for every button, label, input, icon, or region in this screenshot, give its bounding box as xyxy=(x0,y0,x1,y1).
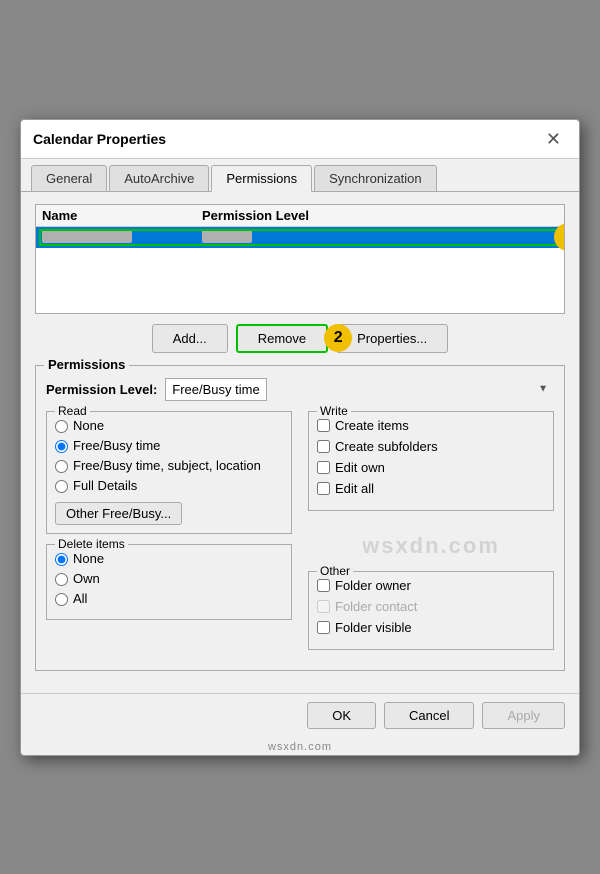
left-column: Read None Free/Busy time Free/Busy time,… xyxy=(46,411,292,660)
read-freebusy-radio[interactable] xyxy=(55,440,68,453)
apply-button[interactable]: Apply xyxy=(482,702,565,729)
tab-bar: General AutoArchive Permissions Synchron… xyxy=(21,159,579,192)
ok-button[interactable]: OK xyxy=(307,702,376,729)
write-group: Write Create items Create subfolders Edi… xyxy=(308,411,554,511)
read-freebusy-subject-radio[interactable] xyxy=(55,460,68,473)
dialog-title: Calendar Properties xyxy=(33,131,166,147)
other-foldercontact-label: Folder contact xyxy=(335,599,417,614)
add-button[interactable]: Add... xyxy=(152,324,228,353)
other-foldervisible-checkbox[interactable] xyxy=(317,621,330,634)
other-foldervisible-item: Folder visible xyxy=(317,620,545,635)
col-header-level: Permission Level xyxy=(202,208,558,223)
tab-permissions[interactable]: Permissions xyxy=(211,165,312,192)
write-group-label: Write xyxy=(317,404,351,418)
read-fulldetails-item: Full Details xyxy=(55,478,283,493)
title-bar: Calendar Properties ✕ xyxy=(21,120,579,159)
user-list[interactable]: Name Permission Level 1 xyxy=(35,204,565,314)
main-content: Name Permission Level 1 Add... xyxy=(21,192,579,693)
other-group: Other Folder owner Folder contact Folder… xyxy=(308,571,554,650)
delete-all-radio[interactable] xyxy=(55,593,68,606)
wsxdn-label: wsxdn.com xyxy=(21,737,579,755)
other-folderowner-label: Folder owner xyxy=(335,578,411,593)
delete-all-item: All xyxy=(55,591,283,606)
write-editown-item: Edit own xyxy=(317,460,545,475)
permission-level-row: Permission Level: Free/Busy time None Re… xyxy=(46,378,554,401)
read-group: Read None Free/Busy time Free/Busy time,… xyxy=(46,411,292,534)
delete-all-label: All xyxy=(73,591,87,606)
delete-none-item: None xyxy=(55,551,283,566)
delete-own-radio[interactable] xyxy=(55,573,68,586)
read-freebusy-label: Free/Busy time xyxy=(73,438,160,453)
other-group-label: Other xyxy=(317,564,353,578)
tab-general[interactable]: General xyxy=(31,165,107,191)
write-editall-item: Edit all xyxy=(317,481,545,496)
dialog-footer: OK Cancel Apply xyxy=(21,693,579,737)
write-createsubfolders-label: Create subfolders xyxy=(335,439,438,454)
permissions-group-label: Permissions xyxy=(44,357,129,372)
watermark-text: wsxdn.com xyxy=(362,533,500,559)
write-editall-checkbox[interactable] xyxy=(317,482,330,495)
write-editown-label: Edit own xyxy=(335,460,385,475)
delete-none-label: None xyxy=(73,551,104,566)
read-none-item: None xyxy=(55,418,283,433)
row-name xyxy=(42,230,202,245)
tab-synchronization[interactable]: Synchronization xyxy=(314,165,437,191)
other-folderowner-checkbox[interactable] xyxy=(317,579,330,592)
delete-own-item: Own xyxy=(55,571,283,586)
write-editown-checkbox[interactable] xyxy=(317,461,330,474)
right-column: Write Create items Create subfolders Edi… xyxy=(308,411,554,660)
table-row[interactable]: 1 xyxy=(36,227,564,248)
action-buttons: Add... Remove 2 Properties... xyxy=(35,324,565,353)
delete-none-radio[interactable] xyxy=(55,553,68,566)
tab-autoarchive[interactable]: AutoArchive xyxy=(109,165,209,191)
other-freebusy-button[interactable]: Other Free/Busy... xyxy=(55,502,182,525)
write-createitems-checkbox[interactable] xyxy=(317,419,330,432)
delete-group-label: Delete items xyxy=(55,537,128,551)
properties-button[interactable]: Properties... xyxy=(336,324,448,353)
write-createitems-item: Create items xyxy=(317,418,545,433)
cancel-button[interactable]: Cancel xyxy=(384,702,474,729)
permissions-group: Permissions Permission Level: Free/Busy … xyxy=(35,365,565,671)
read-group-label: Read xyxy=(55,404,90,418)
list-header: Name Permission Level xyxy=(36,205,564,227)
other-foldercontact-checkbox xyxy=(317,600,330,613)
read-none-radio[interactable] xyxy=(55,420,68,433)
permissions-columns: Read None Free/Busy time Free/Busy time,… xyxy=(46,411,554,660)
write-createsubfolders-item: Create subfolders xyxy=(317,439,545,454)
calendar-properties-dialog: Calendar Properties ✕ General AutoArchiv… xyxy=(20,119,580,756)
badge-2: 2 xyxy=(324,324,352,352)
remove-button[interactable]: Remove xyxy=(236,324,328,353)
delete-own-label: Own xyxy=(73,571,100,586)
col-header-name: Name xyxy=(42,208,202,223)
remove-wrapper: Remove 2 xyxy=(236,324,328,353)
delete-group: Delete items None Own All xyxy=(46,544,292,620)
badge-1: 1 xyxy=(554,223,565,251)
read-none-label: None xyxy=(73,418,104,433)
permission-level-select-wrapper: Free/Busy time None Reviewer Author Edit… xyxy=(165,378,554,401)
write-createitems-label: Create items xyxy=(335,418,409,433)
read-fulldetails-label: Full Details xyxy=(73,478,137,493)
write-createsubfolders-checkbox[interactable] xyxy=(317,440,330,453)
permission-level-label: Permission Level: xyxy=(46,382,157,397)
row-level xyxy=(202,230,558,245)
write-editall-label: Edit all xyxy=(335,481,374,496)
other-folderowner-item: Folder owner xyxy=(317,578,545,593)
close-button[interactable]: ✕ xyxy=(540,128,567,150)
other-foldercontact-item: Folder contact xyxy=(317,599,545,614)
read-freebusy-subject-item: Free/Busy time, subject, location xyxy=(55,458,283,473)
read-fulldetails-radio[interactable] xyxy=(55,480,68,493)
read-freebusy-item: Free/Busy time xyxy=(55,438,283,453)
select-arrow-icon: ▼ xyxy=(538,384,548,395)
permission-level-select[interactable]: Free/Busy time None Reviewer Author Edit… xyxy=(165,378,267,401)
other-foldervisible-label: Folder visible xyxy=(335,620,412,635)
read-freebusy-subject-label: Free/Busy time, subject, location xyxy=(73,458,261,473)
